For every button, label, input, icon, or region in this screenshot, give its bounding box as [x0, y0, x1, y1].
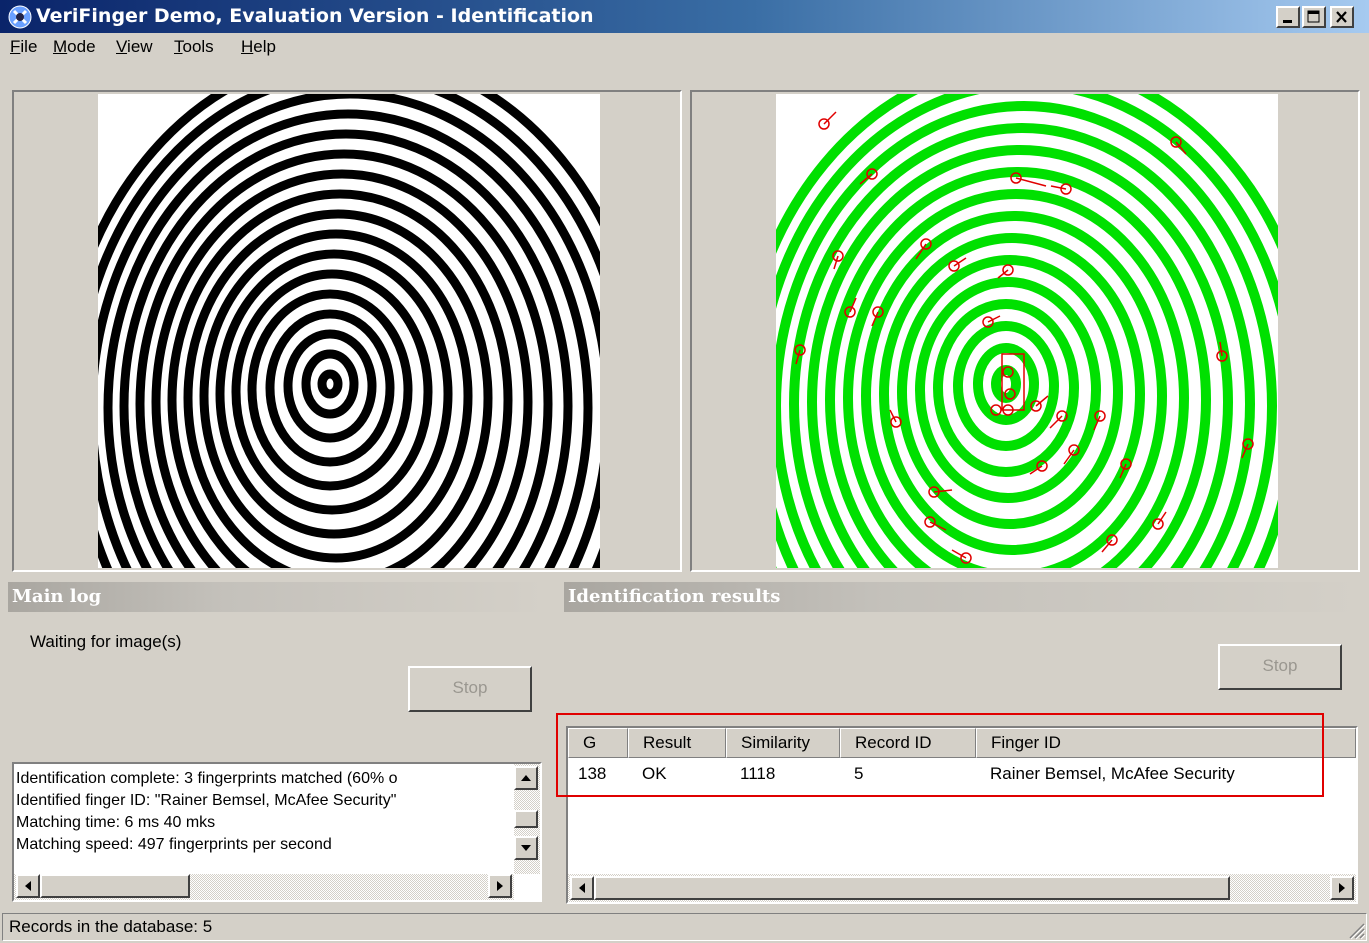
log-line: Matching time: 6 ms 40 mks [16, 814, 216, 831]
scroll-down-button[interactable] [514, 836, 538, 860]
scroll-up-button[interactable] [514, 766, 538, 790]
results-scroll-right-button[interactable] [1330, 876, 1354, 900]
arrow-left-icon [579, 883, 585, 893]
fingerprint-image [98, 94, 600, 568]
maximize-button[interactable] [1302, 6, 1326, 28]
window-title: VeriFinger Demo, Evaluation Version - Id… [36, 5, 594, 27]
results-scroll-left-button[interactable] [570, 876, 594, 900]
close-icon [1336, 11, 1347, 23]
arrow-right-icon [497, 881, 503, 891]
log-textbox[interactable]: Identification complete: 3 fingerprints … [12, 762, 542, 902]
scroll-right-button[interactable] [488, 874, 512, 898]
minutiae-image [776, 94, 1278, 568]
minimize-button[interactable] [1276, 6, 1300, 28]
main-log-status: Waiting for image(s) [30, 632, 182, 651]
menu-help[interactable]: Help [241, 37, 276, 57]
log-line: Identification complete: 3 fingerprints … [16, 770, 398, 787]
maximize-icon [1307, 10, 1320, 23]
title-bar[interactable]: VeriFinger Demo, Evaluation Version - Id… [0, 0, 1369, 33]
source-image-panel [12, 90, 682, 572]
status-bar: Records in the database: 5 [0, 910, 1369, 943]
app-icon [8, 5, 32, 29]
results-scroll-thumb[interactable] [594, 876, 1230, 900]
menu-bar: File Mode View Tools Help [0, 33, 1369, 61]
minimize-icon [1283, 20, 1292, 23]
arrow-up-icon [521, 775, 531, 781]
log-line: Matching speed: 497 fingerprints per sec… [16, 836, 332, 853]
log-line: Identified finger ID: "Rainer Bemsel, Mc… [16, 792, 397, 809]
scroll-thumb-horizontal[interactable] [40, 874, 190, 898]
resize-grip-icon[interactable] [1346, 920, 1366, 940]
arrow-left-icon [25, 881, 31, 891]
menu-mode[interactable]: Mode [53, 37, 96, 57]
arrow-right-icon [1339, 883, 1345, 893]
main-log-header: Main log [8, 582, 548, 612]
main-log-stop-button[interactable]: Stop [408, 666, 532, 712]
close-button[interactable] [1330, 6, 1354, 28]
arrow-down-icon [521, 845, 531, 851]
scroll-thumb[interactable] [514, 810, 538, 828]
status-text: Records in the database: 5 [2, 913, 1367, 941]
log-text-area: Identification complete: 3 fingerprints … [16, 768, 512, 878]
menu-view[interactable]: View [116, 37, 153, 57]
menu-file[interactable]: File [10, 37, 37, 57]
results-header: Identification results [564, 582, 1364, 612]
results-stop-button[interactable]: Stop [1218, 644, 1342, 690]
highlight-annotation [556, 713, 1324, 797]
processed-image-panel [690, 90, 1360, 572]
scroll-left-button[interactable] [16, 874, 40, 898]
menu-tools[interactable]: Tools [174, 37, 214, 57]
